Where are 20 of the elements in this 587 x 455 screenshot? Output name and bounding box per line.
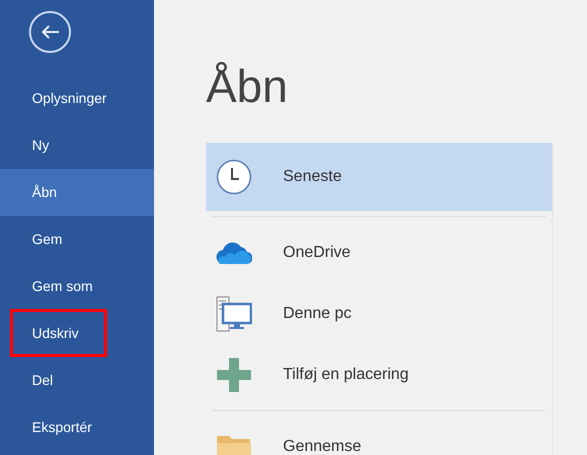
sidebar-item[interactable]: Ny <box>0 122 154 169</box>
page-title: Åbn <box>206 59 289 114</box>
location-item[interactable]: Seneste <box>206 143 552 211</box>
plus-icon <box>217 358 251 392</box>
location-item[interactable]: Denne pc <box>206 283 552 344</box>
sidebar-item[interactable]: Gem <box>0 216 154 263</box>
sidebar-item[interactable]: Gem som <box>0 263 154 310</box>
computer-icon <box>216 296 252 332</box>
location-item[interactable]: OneDrive <box>206 222 552 283</box>
sidebar-item[interactable]: Del <box>0 357 154 404</box>
sidebar-item[interactable]: Åbn <box>0 169 154 216</box>
location-item[interactable]: Tilføj en placering <box>206 344 552 405</box>
clock-icon <box>216 159 252 195</box>
back-button[interactable] <box>29 11 71 53</box>
sidebar-item[interactable]: Oplysninger <box>0 75 154 122</box>
sidebar-item[interactable]: Udskriv <box>0 310 154 357</box>
location-item[interactable]: Gennemse <box>206 416 552 455</box>
back-arrow-icon <box>40 24 60 40</box>
cloud-icon <box>216 240 252 264</box>
sidebar-item[interactable]: Eksportér <box>0 404 154 451</box>
